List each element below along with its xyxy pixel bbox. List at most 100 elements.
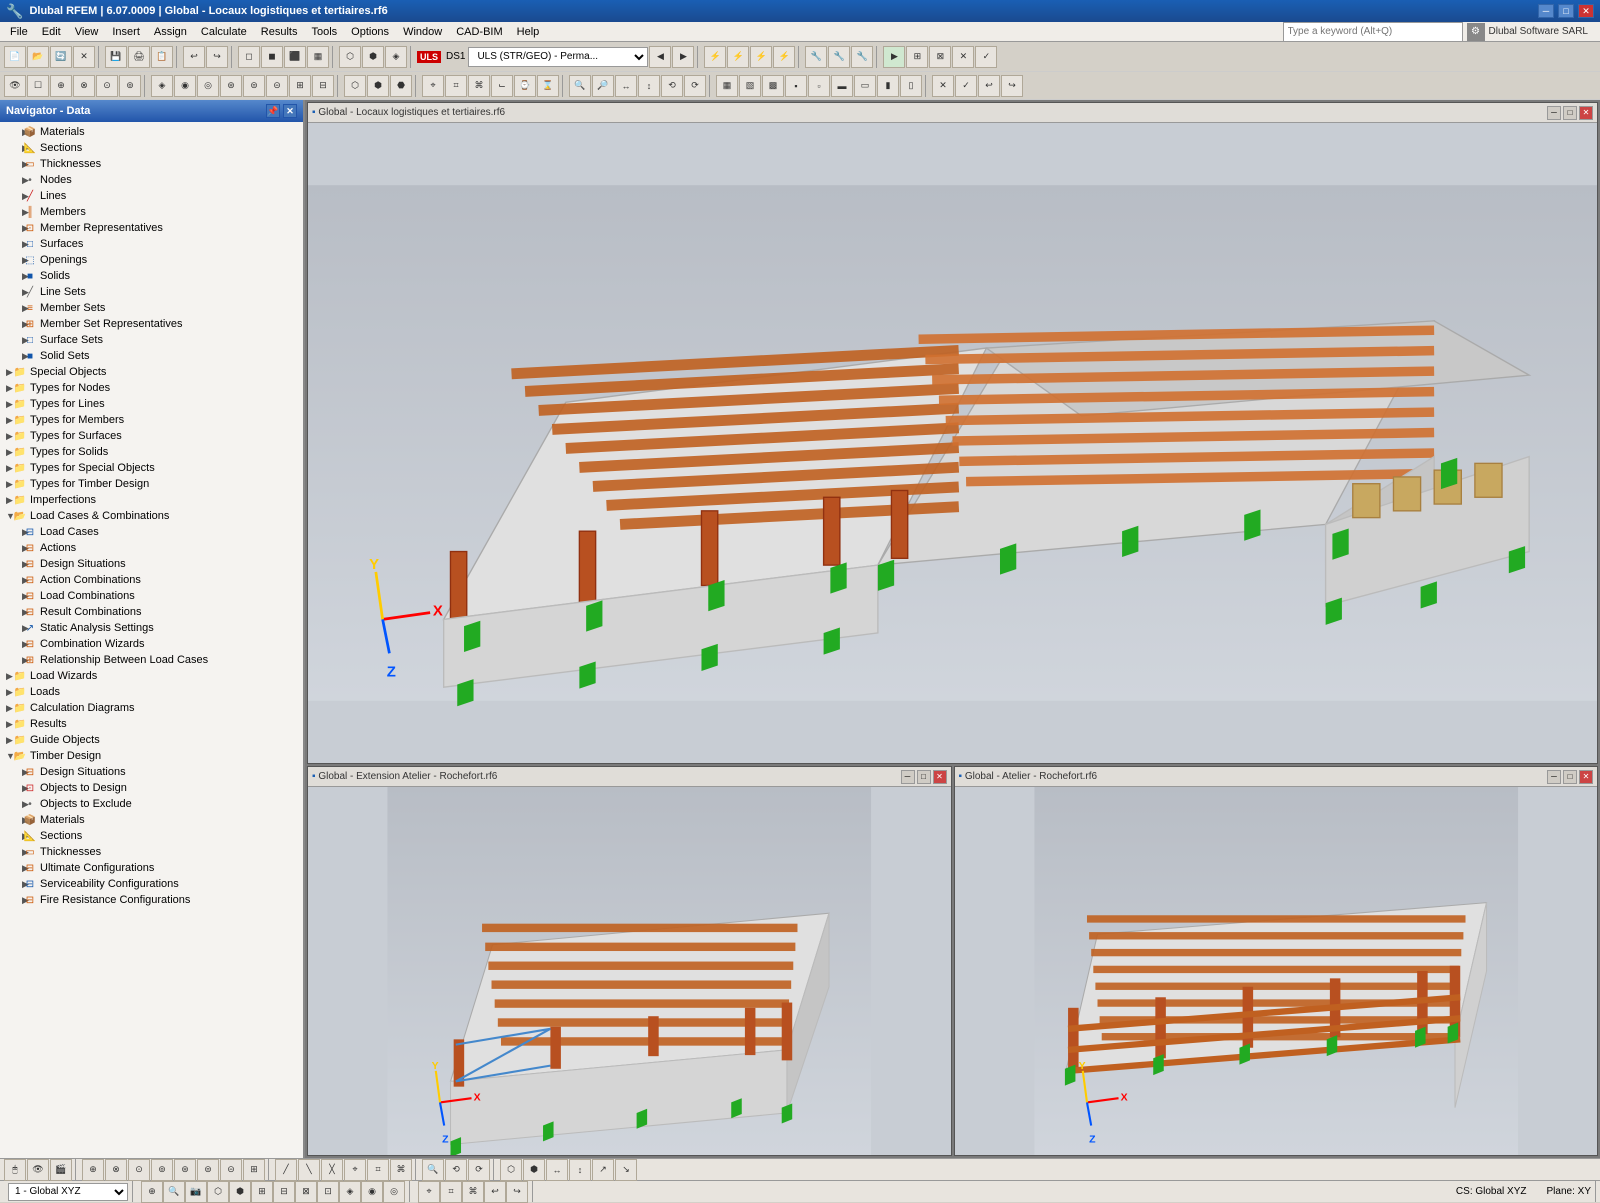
bt-e1[interactable]: 🔍 [422, 1159, 444, 1181]
tree-item[interactable]: ▶📁Types for Lines [0, 396, 303, 412]
tree-item[interactable]: ▶•Nodes [0, 172, 303, 188]
status-icon-6[interactable]: ⊞ [251, 1181, 273, 1203]
viewport-br-maximize[interactable]: □ [1563, 770, 1577, 784]
tree-item[interactable]: ▶⊞Relationship Between Load Cases [0, 652, 303, 668]
tree-toggle[interactable]: ▼ [0, 511, 12, 521]
bt-d1[interactable]: ╱ [275, 1159, 297, 1181]
tree-toggle[interactable]: ▶ [0, 271, 22, 282]
tree-item[interactable]: ▶⊟Load Combinations [0, 588, 303, 604]
bt-c7[interactable]: ⊝ [220, 1159, 242, 1181]
menu-results[interactable]: Results [255, 24, 304, 40]
tree-toggle[interactable]: ▶ [0, 191, 22, 202]
bt-d3[interactable]: ╳ [321, 1159, 343, 1181]
tb2-g6[interactable]: ▬ [831, 75, 853, 97]
tb2-g2[interactable]: ▧ [739, 75, 761, 97]
tree-toggle[interactable]: ▶ [0, 879, 22, 890]
status-icon-15[interactable]: ⌘ [462, 1181, 484, 1203]
tb2-e5[interactable]: ⌚ [514, 75, 536, 97]
tree-item[interactable]: ▶↗Static Analysis Settings [0, 620, 303, 636]
tb-e1[interactable]: 🔧 [805, 46, 827, 68]
tb-print2[interactable]: 📋 [151, 46, 173, 68]
tb-e3[interactable]: 🔧 [851, 46, 873, 68]
bt-f2[interactable]: ⬢ [523, 1159, 545, 1181]
status-icon-10[interactable]: ◈ [339, 1181, 361, 1203]
viewport-top-canvas[interactable]: X Y Z [308, 123, 1597, 763]
tb2-d2[interactable]: ⬢ [367, 75, 389, 97]
tb2-f5[interactable]: ⟲ [661, 75, 683, 97]
navigator-body[interactable]: ▶📦Materials▶📐Sections▶▭Thicknesses▶•Node… [0, 122, 303, 1158]
tb-close[interactable]: ✕ [73, 46, 95, 68]
tb-c2[interactable]: ⬢ [362, 46, 384, 68]
tb2-b4[interactable]: ⊗ [73, 75, 95, 97]
tb2-g9[interactable]: ▯ [900, 75, 922, 97]
bt-f6[interactable]: ↘ [615, 1159, 637, 1181]
menu-calculate[interactable]: Calculate [195, 24, 253, 40]
viewport-top-close[interactable]: ✕ [1579, 106, 1593, 120]
status-icon-4[interactable]: ⬡ [207, 1181, 229, 1203]
tree-toggle[interactable]: ▶ [0, 143, 22, 154]
tree-toggle[interactable]: ▶ [0, 623, 22, 634]
tree-toggle[interactable]: ▶ [0, 687, 12, 698]
tb-f4[interactable]: ✓ [975, 46, 997, 68]
menu-edit[interactable]: Edit [36, 24, 67, 40]
tree-toggle[interactable]: ▶ [0, 447, 12, 458]
tb2-h1[interactable]: ✕ [932, 75, 954, 97]
tree-toggle[interactable]: ▶ [0, 783, 22, 794]
bt-d2[interactable]: ╲ [298, 1159, 320, 1181]
tb-reload[interactable]: 🔄 [50, 46, 72, 68]
tree-item[interactable]: ▶║Members [0, 204, 303, 220]
tree-toggle[interactable]: ▶ [0, 895, 22, 906]
bt-c3[interactable]: ⊙ [128, 1159, 150, 1181]
tb2-c3[interactable]: ◎ [197, 75, 219, 97]
tb-d1[interactable]: ⚡ [704, 46, 726, 68]
status-icon-14[interactable]: ⌗ [440, 1181, 462, 1203]
maximize-button[interactable]: □ [1558, 4, 1574, 18]
tb-e2[interactable]: 🔧 [828, 46, 850, 68]
tree-toggle[interactable]: ▶ [0, 815, 22, 826]
tb-d3[interactable]: ⚡ [750, 46, 772, 68]
status-icon-7[interactable]: ⊟ [273, 1181, 295, 1203]
tree-item[interactable]: ▶📁Loads [0, 684, 303, 700]
tree-item[interactable]: ▶⊡Member Representatives [0, 220, 303, 236]
bt-c1[interactable]: ⊕ [82, 1159, 104, 1181]
tree-item[interactable]: ▶≡Member Sets [0, 300, 303, 316]
tree-item[interactable]: ▶⬚Openings [0, 252, 303, 268]
tb2-c1[interactable]: ◈ [151, 75, 173, 97]
bt-c6[interactable]: ⊜ [197, 1159, 219, 1181]
bt-d5[interactable]: ⌗ [367, 1159, 389, 1181]
bt-f4[interactable]: ↕ [569, 1159, 591, 1181]
tb2-f6[interactable]: ⟳ [684, 75, 706, 97]
status-icon-8[interactable]: ⊠ [295, 1181, 317, 1203]
tb-d2[interactable]: ⚡ [727, 46, 749, 68]
tb2-e2[interactable]: ⌗ [445, 75, 467, 97]
bt-f5[interactable]: ↗ [592, 1159, 614, 1181]
menu-insert[interactable]: Insert [106, 24, 146, 40]
tb2-c7[interactable]: ⊞ [289, 75, 311, 97]
tb2-h4[interactable]: ↪ [1001, 75, 1023, 97]
tree-item[interactable]: ▶•Objects to Exclude [0, 796, 303, 812]
bt-d6[interactable]: ⌘ [390, 1159, 412, 1181]
tb2-b5[interactable]: ⊙ [96, 75, 118, 97]
tree-toggle[interactable]: ▶ [0, 175, 22, 186]
tree-item[interactable]: ▶⊟Action Combinations [0, 572, 303, 588]
nav-pin[interactable]: 📌 [266, 104, 280, 118]
menu-file[interactable]: File [4, 24, 34, 40]
tree-item[interactable]: ▼📂Timber Design [0, 748, 303, 764]
status-icon-2[interactable]: 🔍 [163, 1181, 185, 1203]
tree-toggle[interactable]: ▶ [0, 495, 12, 506]
menu-assign[interactable]: Assign [148, 24, 193, 40]
tb2-c6[interactable]: ⊝ [266, 75, 288, 97]
tree-toggle[interactable]: ▶ [0, 639, 22, 650]
tree-toggle[interactable]: ▶ [0, 367, 12, 378]
close-button[interactable]: ✕ [1578, 4, 1594, 18]
tree-toggle[interactable]: ▶ [0, 479, 12, 490]
bt-c8[interactable]: ⊞ [243, 1159, 265, 1181]
tree-item[interactable]: ▶□Surfaces [0, 236, 303, 252]
viewport-bl-maximize[interactable]: □ [917, 770, 931, 784]
tree-toggle[interactable]: ▶ [0, 319, 22, 330]
status-icon-17[interactable]: ↪ [506, 1181, 528, 1203]
coordinate-system-select[interactable]: 1 - Global XYZ [8, 1183, 128, 1201]
tree-toggle[interactable]: ▶ [0, 591, 22, 602]
tree-toggle[interactable]: ▶ [0, 255, 22, 266]
status-icon-12[interactable]: ◎ [383, 1181, 405, 1203]
